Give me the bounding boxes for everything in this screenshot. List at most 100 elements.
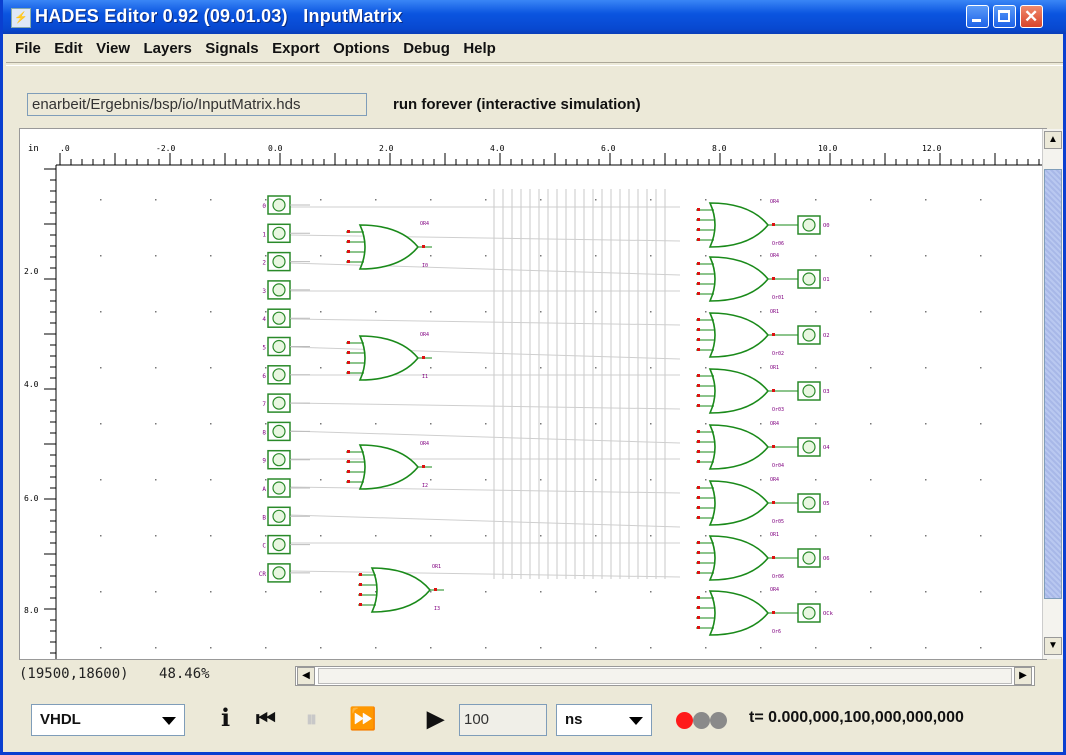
or-gate[interactable]: OR4 Or06 — [696, 199, 784, 248]
grid-dot — [100, 367, 102, 369]
rewind-icon[interactable]: ⏮ — [256, 706, 276, 732]
grid-dot — [595, 311, 597, 313]
output-led[interactable]: O6 — [782, 548, 830, 568]
ruler-h-label: 0.0 — [268, 144, 283, 153]
output-led[interactable]: O4 — [782, 437, 830, 457]
or-gate[interactable]: OR1 Or02 — [696, 309, 784, 358]
maximize-icon[interactable] — [993, 5, 1016, 28]
menu-layers[interactable]: Layers — [143, 34, 191, 57]
or-gate[interactable]: OR4 Or04 — [696, 421, 784, 470]
or-gate[interactable]: OR4 I2 — [346, 441, 432, 490]
menu-view[interactable]: View — [96, 34, 130, 57]
design-path-field[interactable]: enarbeit/Ergebnis/bsp/io/InputMatrix.hds — [27, 93, 367, 116]
input-switch[interactable]: B — [262, 506, 310, 527]
input-switch[interactable]: 1 — [262, 223, 310, 244]
or-gate[interactable]: OR4 I1 — [346, 332, 432, 381]
or-gate[interactable]: OR1 Or06 — [696, 532, 784, 581]
or-gate[interactable]: OR4 Or6 — [696, 587, 782, 636]
or-gate[interactable]: OR4 I0 — [346, 221, 432, 270]
or-gate[interactable]: OR4 Or05 — [696, 477, 784, 526]
grid-dot — [320, 591, 322, 593]
horizontal-scroll-thumb[interactable] — [318, 668, 1012, 684]
schematic-canvas[interactable]: in .0 -2.0 0.0 2.0 4.0 6.0 8.0 10.0 12.0… — [19, 128, 1047, 660]
grid-dot — [265, 479, 267, 481]
grid-dot — [705, 479, 707, 481]
output-led[interactable]: O2 — [782, 325, 830, 345]
menu-signals[interactable]: Signals — [205, 34, 258, 57]
gate-name: I2 — [422, 483, 428, 489]
menu-options[interactable]: Options — [333, 34, 390, 57]
output-led[interactable]: OCk — [782, 603, 834, 623]
menu-edit[interactable]: Edit — [54, 34, 82, 57]
horizontal-scrollbar[interactable]: ◀ ▶ — [295, 666, 1035, 686]
language-select[interactable]: VHDL — [31, 704, 185, 736]
ruler-v-label: 6.0 — [24, 494, 39, 503]
play-icon[interactable]: ▶ — [427, 706, 444, 732]
grid-dot — [540, 367, 542, 369]
output-lamp — [802, 272, 816, 286]
grid-dot — [980, 423, 982, 425]
info-icon[interactable]: i — [221, 703, 230, 732]
grid-dot — [980, 255, 982, 257]
switch-led — [272, 255, 286, 269]
scroll-left-button[interactable]: ◀ — [297, 667, 315, 685]
input-switch[interactable]: 2 — [262, 251, 310, 272]
pin-marker — [347, 460, 350, 463]
close-icon[interactable]: ✕ — [1020, 5, 1043, 28]
input-switch[interactable]: 0 — [262, 195, 310, 215]
output-led[interactable]: O3 — [782, 381, 830, 401]
gate-body — [358, 444, 420, 490]
menu-debug[interactable]: Debug — [403, 34, 450, 57]
grid-dot — [375, 311, 377, 313]
input-switch[interactable]: A — [262, 478, 310, 498]
pin-marker — [347, 240, 350, 243]
gate-body — [358, 224, 420, 270]
switch-led — [272, 453, 286, 467]
output-led[interactable]: O5 — [782, 493, 830, 513]
step-value-field[interactable]: 100 — [459, 704, 547, 736]
input-switch[interactable]: 6 — [262, 365, 310, 385]
grid-dot — [650, 423, 652, 425]
vertical-scrollbar[interactable]: ▲ ▼ — [1042, 129, 1063, 659]
or-gate[interactable]: OR1 Or03 — [696, 365, 784, 414]
vertical-scroll-thumb[interactable] — [1044, 169, 1062, 599]
menu-file[interactable]: File — [15, 34, 41, 57]
schematic-svg[interactable]: in .0 -2.0 0.0 2.0 4.0 6.0 8.0 10.0 12.0… — [20, 129, 1046, 659]
menu-help[interactable]: Help — [463, 34, 496, 57]
minimize-icon[interactable] — [966, 5, 989, 28]
scroll-up-button[interactable]: ▲ — [1044, 131, 1062, 149]
input-label: 5 — [262, 345, 266, 352]
input-switch[interactable]: 5 — [262, 336, 310, 357]
input-switch[interactable]: 9 — [262, 449, 310, 470]
input-switch[interactable]: CR — [259, 563, 310, 583]
grid-dot — [925, 591, 927, 593]
grid-dot — [870, 367, 872, 369]
wire — [289, 262, 681, 276]
output-led[interactable]: O0 — [782, 215, 830, 235]
input-switch[interactable]: 3 — [262, 280, 310, 300]
input-switch[interactable]: 4 — [262, 308, 310, 328]
fast-forward-icon[interactable]: ⏩ — [349, 706, 376, 732]
input-label: 3 — [262, 288, 266, 295]
or-gate[interactable]: OR1 I3 — [358, 564, 444, 613]
input-switch[interactable]: 7 — [262, 393, 310, 413]
input-switch[interactable]: 8 — [262, 421, 310, 442]
grid-dot — [430, 367, 432, 369]
menu-export[interactable]: Export — [272, 34, 320, 57]
or-gate[interactable]: OR4 Or01 — [696, 253, 784, 302]
wire — [289, 514, 681, 528]
pause-icon[interactable]: ⏸ — [306, 706, 317, 732]
input-switch[interactable]: C — [262, 534, 310, 555]
pin-marker — [347, 450, 350, 453]
scroll-right-button[interactable]: ▶ — [1014, 667, 1032, 685]
gate-body — [708, 480, 770, 526]
ruler-h-label: 2.0 — [379, 144, 394, 153]
hades-app-icon[interactable]: ⚡ — [11, 8, 31, 28]
grid-dot — [760, 255, 762, 257]
grid-dot — [485, 647, 487, 649]
output-led[interactable]: O1 — [782, 269, 830, 289]
gate-type: OR4 — [420, 441, 429, 447]
time-unit-select[interactable]: ns — [556, 704, 652, 736]
title-bar[interactable]: ⚡ HADES Editor 0.92 (09.01.03) InputMatr… — [3, 0, 1066, 34]
scroll-down-button[interactable]: ▼ — [1044, 637, 1062, 655]
